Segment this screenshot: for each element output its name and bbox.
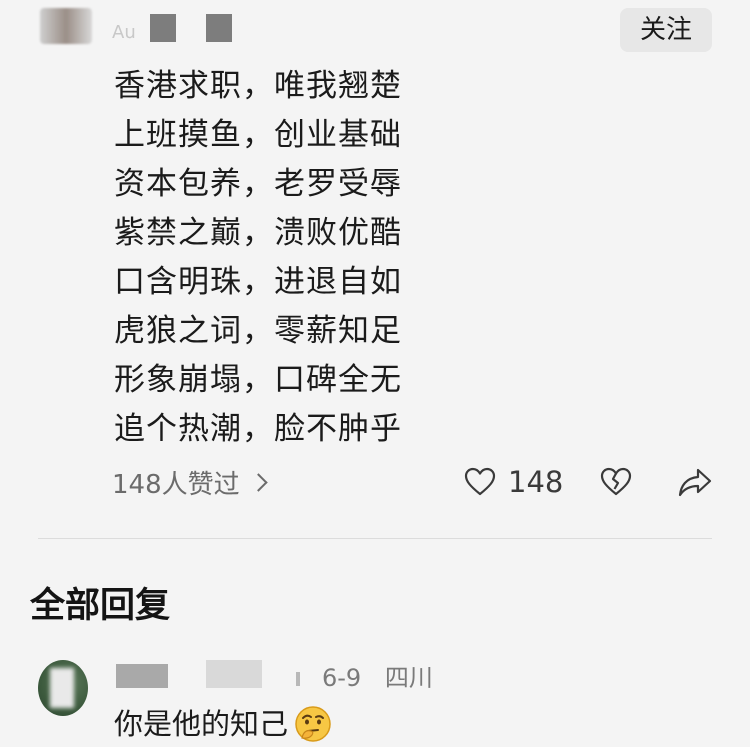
comment-line: 资本包养，老罗受辱 — [114, 166, 402, 202]
comment-line: 追个热潮，脸不肿乎 — [114, 411, 402, 447]
likers-link[interactable]: 148人赞过 — [112, 462, 268, 502]
reply-name-redaction — [206, 660, 262, 688]
likers-summary: 148人赞过 — [112, 469, 240, 500]
reply-location: 四川 — [384, 664, 433, 692]
author-name-redaction — [206, 14, 232, 42]
divider — [38, 538, 712, 539]
comment-body: 香港求职，唯我翘楚 上班摸鱼，创业基础 资本包养，老罗受辱 紫禁之巅，溃败优酷 … — [114, 62, 402, 454]
reply-name-redaction — [296, 672, 300, 686]
comment-line: 香港求职，唯我翘楚 — [114, 68, 402, 104]
reply-body: 你是他的知己 — [114, 704, 332, 744]
like-count: 148 — [508, 465, 564, 499]
section-title: 全部回复 — [30, 586, 171, 626]
reply-meta: 6-9 四川 — [322, 662, 449, 694]
reply-date: 6-9 — [322, 664, 362, 692]
chevron-right-icon — [248, 472, 268, 492]
reply-avatar[interactable] — [38, 660, 88, 716]
reply-name-redaction — [116, 664, 168, 688]
broken-heart-icon[interactable] — [600, 466, 632, 498]
follow-button[interactable]: 关注 — [620, 8, 712, 52]
comment-line: 形象崩塌，口碑全无 — [114, 362, 402, 398]
reply-text: 你是他的知己 — [114, 707, 289, 741]
author-avatar[interactable] — [40, 8, 92, 44]
comment-line: 口含明珠，进退自如 — [114, 264, 402, 300]
heart-outline-icon[interactable] — [464, 466, 496, 498]
comment-line: 上班摸鱼，创业基础 — [114, 117, 402, 153]
comment-line: 紫禁之巅，溃败优酷 — [114, 215, 402, 251]
comment-line: 虎狼之词，零薪知足 — [114, 313, 402, 349]
share-arrow-icon[interactable] — [678, 466, 712, 498]
author-name-redaction — [150, 14, 176, 42]
thinking-face-emoji — [295, 706, 331, 742]
author-name-fragment: Au — [112, 22, 136, 43]
